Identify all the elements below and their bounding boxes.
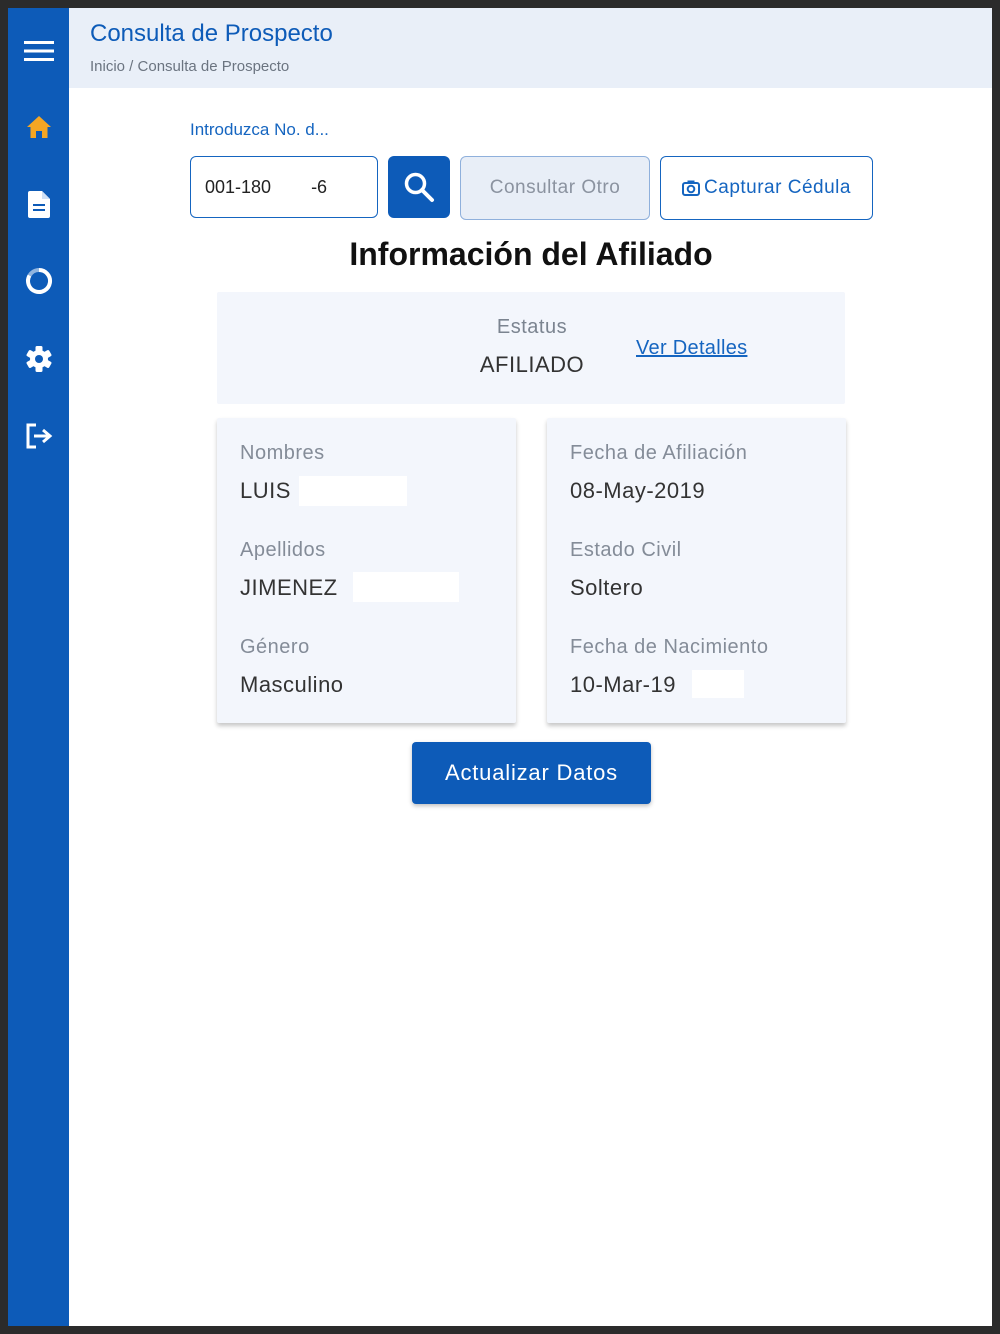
document-icon — [27, 190, 50, 218]
sidebar-item-home[interactable] — [8, 102, 69, 152]
id-number-input[interactable] — [190, 156, 378, 218]
gear-icon — [26, 346, 51, 372]
fecha-afiliacion-value: 08-May-2019 — [570, 478, 706, 503]
apellidos-value: JIMENEZ — [240, 575, 338, 600]
home-icon — [26, 116, 51, 138]
logout-icon — [26, 423, 52, 449]
affiliation-info-card: Fecha de Afiliación 08-May-2019 Estado C… — [547, 418, 846, 723]
sidebar-item-refresh[interactable] — [8, 256, 69, 306]
status-value: AFILIADO — [479, 352, 585, 377]
actualizar-datos-button[interactable]: Actualizar Datos — [412, 742, 651, 804]
search-button[interactable] — [388, 156, 450, 218]
genero-value: Masculino — [240, 672, 344, 697]
camera-icon — [682, 180, 701, 196]
sidebar — [8, 8, 69, 1326]
sidebar-item-documents[interactable] — [8, 179, 69, 229]
page-header: Consulta de Prospecto Inicio / Consulta … — [69, 8, 992, 88]
capturar-cedula-button[interactable]: Capturar Cédula — [660, 156, 873, 220]
nombres-label: Nombres — [240, 442, 325, 464]
fecha-nacimiento-label: Fecha de Nacimiento — [570, 636, 769, 658]
page-title: Consulta de Prospecto — [90, 20, 333, 47]
genero-label: Género — [240, 636, 310, 658]
capturar-cedula-label: Capturar Cédula — [704, 177, 851, 198]
status-label: Estatus — [496, 316, 568, 338]
status-card: Estatus AFILIADO Ver Detalles — [217, 292, 845, 404]
redaction-box — [692, 670, 744, 698]
consultar-otro-label: Consultar Otro — [489, 177, 621, 198]
refresh-icon — [25, 268, 52, 294]
menu-button[interactable] — [8, 26, 69, 76]
breadcrumb[interactable]: Inicio / Consulta de Prospecto — [90, 58, 289, 75]
estado-civil-label: Estado Civil — [570, 539, 682, 561]
fecha-afiliacion-label: Fecha de Afiliación — [570, 442, 748, 464]
sidebar-item-settings[interactable] — [8, 334, 69, 384]
menu-icon — [23, 41, 54, 61]
section-title: Información del Afiliado — [349, 236, 713, 272]
fecha-nacimiento-value: 10-Mar-19 — [570, 672, 676, 697]
nombres-value: LUIS — [240, 478, 291, 503]
redaction-box — [299, 476, 407, 506]
personal-info-card: Nombres LUIS Apellidos JIMENEZ Género Ma… — [217, 418, 516, 723]
consultar-otro-button[interactable]: Consultar Otro — [460, 156, 650, 220]
estado-civil-value: Soltero — [570, 575, 644, 600]
ver-detalles-link[interactable]: Ver Detalles — [636, 337, 747, 360]
apellidos-label: Apellidos — [240, 539, 326, 561]
id-input-label: Introduzca No. d... — [190, 120, 329, 139]
search-icon — [404, 172, 434, 202]
redaction-box — [353, 572, 459, 602]
sidebar-item-logout[interactable] — [8, 411, 69, 461]
app-window: Consulta de Prospecto Inicio / Consulta … — [8, 8, 992, 1326]
